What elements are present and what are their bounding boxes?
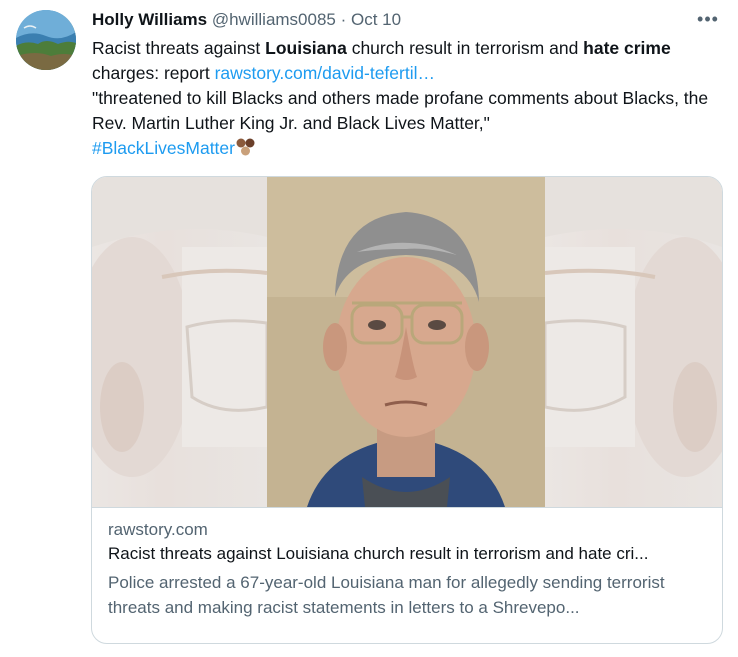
tweet-text-segment: church result in terrorism and bbox=[346, 38, 584, 58]
card-image-blur-right bbox=[543, 177, 722, 507]
tweet-text-segment: charges: report bbox=[92, 63, 215, 83]
tweet-text-segment: Racist threats against bbox=[92, 38, 266, 58]
separator: · bbox=[340, 10, 347, 29]
card-domain: rawstory.com bbox=[108, 520, 208, 539]
card-image bbox=[92, 177, 722, 507]
tweet-text-bold: hate crime bbox=[583, 38, 671, 58]
avatar[interactable] bbox=[16, 10, 76, 70]
more-options-icon[interactable]: ••• bbox=[696, 8, 720, 32]
tweet-text: Racist threats against Louisiana church … bbox=[92, 36, 722, 161]
blm-fists-emoji-icon bbox=[235, 137, 257, 157]
card-description: Police arrested a 67-year-old Louisiana … bbox=[108, 573, 665, 617]
author-handle[interactable]: @hwilliams0085 bbox=[212, 10, 336, 29]
card-meta: rawstory.com Racist threats against Loui… bbox=[92, 507, 722, 643]
card-image-blur-left bbox=[92, 177, 272, 507]
author-name[interactable]: Holly Williams bbox=[92, 10, 207, 29]
mugshot-photo bbox=[267, 177, 545, 507]
link-preview-card[interactable]: rawstory.com Racist threats against Loui… bbox=[91, 176, 723, 644]
tweet[interactable]: Holly Williams @hwilliams0085 · Oct 10 •… bbox=[0, 0, 738, 657]
article-link[interactable]: rawstory.com/david-tefertil… bbox=[215, 63, 435, 83]
tweet-header: Holly Williams @hwilliams0085 · Oct 10 bbox=[92, 10, 401, 32]
tweet-date[interactable]: Oct 10 bbox=[351, 10, 401, 29]
tweet-text-bold: Louisiana bbox=[265, 38, 347, 58]
hashtag-link[interactable]: #BlackLivesMatter bbox=[92, 138, 235, 158]
coastline-photo-icon bbox=[16, 10, 76, 70]
card-title: Racist threats against Louisiana church … bbox=[108, 544, 649, 563]
tweet-quote: "threatened to kill Blacks and others ma… bbox=[92, 88, 709, 133]
